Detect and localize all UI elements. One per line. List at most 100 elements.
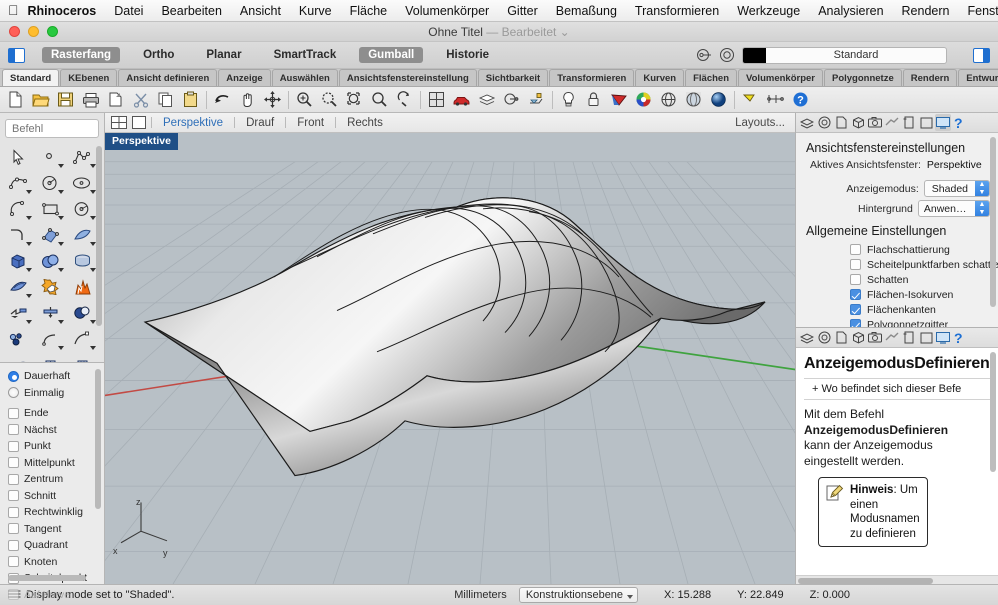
viewport-layout-icon[interactable] [424,88,449,112]
panel-help-icon[interactable]: ? [954,115,963,131]
new-document-icon[interactable] [3,88,28,112]
osnap-ende[interactable]: Ende [8,405,100,422]
menu-item-datei[interactable]: Datei [105,0,152,22]
menu-item-bearbeiten[interactable]: Bearbeiten [152,0,230,22]
osnap-rechtwinklig[interactable]: Rechtwinklig [8,504,100,521]
sphere-shaded-icon[interactable] [706,88,731,112]
osnap-schnitt[interactable]: Schnitt [8,488,100,505]
paste-icon[interactable] [178,88,203,112]
menu-item-rhinoceros[interactable]: Rhinoceros [19,0,106,22]
tool-palette-scrollbar[interactable] [96,146,102,326]
tab-volumenkoerper[interactable]: Volumenkörper [738,69,823,86]
osnap-quadrant[interactable]: Quadrant [8,537,100,554]
named-view-panel-icon[interactable] [918,114,934,131]
menu-item-kurve[interactable]: Kurve [290,0,341,22]
boolean-difference-icon[interactable] [66,300,98,326]
menu-item-bemassung[interactable]: Bemaßung [547,0,626,22]
osnap-mittelpunkt[interactable]: Mittelpunkt [8,455,100,472]
cplane-icon[interactable] [524,88,549,112]
select-arrow-icon[interactable] [2,144,34,170]
layer-target-icon[interactable] [719,47,735,63]
current-layer-selector[interactable]: Standard [742,47,947,64]
option-flaechenkanten[interactable]: Flächenkanten [804,302,990,317]
toggle-gumball[interactable]: Gumball [359,47,423,63]
checkbox-flaechen-isokurven[interactable] [850,289,861,300]
checkbox-flachschattierung[interactable] [850,244,861,255]
osnap-mode-dauerhaft[interactable]: Dauerhaft [8,368,100,385]
notes-panel-icon[interactable] [833,329,849,346]
layout-panel-icon[interactable] [901,114,917,131]
checkbox-mittelpunkt[interactable] [8,457,19,468]
osnap-auf-kurve[interactable]: Auf Kurve [8,587,100,604]
arc-icon[interactable] [2,196,34,222]
zoom-selected-icon[interactable] [367,88,392,112]
print-icon[interactable] [78,88,103,112]
checkbox-knoten[interactable] [8,556,19,567]
curve-extend-icon[interactable] [66,326,98,352]
notes-panel-icon[interactable] [833,114,849,131]
named-view-panel-icon[interactable] [918,329,934,346]
fillet-curve-icon[interactable] [2,222,34,248]
apple-logo-icon[interactable]:  [8,3,19,19]
display-mode-select[interactable]: Shaded ▲▼ [924,180,990,197]
move-icon[interactable] [260,88,285,112]
color-wheel-icon[interactable] [631,88,656,112]
boolean-union-icon[interactable] [34,274,66,300]
help-hscrollbar-track[interactable] [796,575,998,584]
tab-kurven[interactable]: Kurven [635,69,684,86]
tab-transformieren[interactable]: Transformieren [549,69,634,86]
zoom-in-icon[interactable] [292,88,317,112]
save-as-icon[interactable] [103,88,128,112]
osnap-punkt[interactable]: Punkt [8,438,100,455]
osnap-tangent[interactable]: Tangent [8,521,100,538]
checkbox-flaechenkanten[interactable] [850,304,861,315]
menu-item-werkzeuge[interactable]: Werkzeuge [728,0,809,22]
light-panel-icon[interactable] [816,329,832,346]
sphere-icon[interactable] [34,248,66,274]
surface-patch-icon[interactable] [2,274,34,300]
osnap-mode-einmalig[interactable]: Einmalig [8,385,100,402]
mesh-plane-icon[interactable] [66,352,98,362]
open-folder-icon[interactable] [28,88,53,112]
osnap-naechst[interactable]: Nächst [8,422,100,439]
zoom-window-icon[interactable] [317,88,342,112]
layers-icon[interactable] [474,88,499,112]
layer-state-icon[interactable] [696,47,712,63]
osnap-knoten[interactable]: Knoten [8,554,100,571]
document-title-status[interactable]: — Bearbeitet ⌄ [486,25,569,39]
layer-color-swatch[interactable] [743,48,766,63]
polyline-icon[interactable] [66,144,98,170]
point-icon[interactable] [34,144,66,170]
tab-entwurf[interactable]: Entwurf [958,69,998,86]
toggle-rasterfang[interactable]: Rasterfang [42,47,120,63]
extrude-icon[interactable] [2,300,34,326]
viewtab-drauf[interactable]: Drauf [235,117,285,129]
checkbox-ende[interactable] [8,408,19,419]
menu-item-transformieren[interactable]: Transformieren [626,0,728,22]
mesh-box-icon[interactable] [34,352,66,362]
polygon-icon[interactable] [66,196,98,222]
viewport-canvas[interactable] [105,133,795,584]
menu-item-rendern[interactable]: Rendern [893,0,959,22]
command-input[interactable] [5,119,99,138]
camera-panel-icon[interactable] [867,329,883,346]
toggle-historie[interactable]: Historie [437,47,498,63]
help-where-is-command-link[interactable]: + Wo befindet sich dieser Befe [804,378,990,400]
undo-icon[interactable] [210,88,235,112]
render-car-icon[interactable] [449,88,474,112]
help-panel-help-icon[interactable]: ? [954,330,963,346]
tab-standard[interactable]: Standard [2,69,59,86]
points-object-icon[interactable] [2,326,34,352]
option-schatten[interactable]: Schatten [804,272,990,287]
cap-icon[interactable] [34,300,66,326]
option-flachschattierung[interactable]: Flachschattierung [804,242,990,257]
tab-rendern[interactable]: Rendern [903,69,958,86]
sweep-icon[interactable] [2,352,34,362]
checkbox-rechtwinklig[interactable] [8,507,19,518]
option-polygonnetzgitter[interactable]: Polygonnetzgitter [804,317,990,327]
viewport-settings-scrollbar[interactable] [990,137,996,307]
rectangle-icon[interactable] [34,196,66,222]
viewtab-front[interactable]: Front [286,117,335,129]
checkbox-scheitelpunktfarben[interactable] [850,259,861,270]
checkbox-schatten[interactable] [850,274,861,285]
